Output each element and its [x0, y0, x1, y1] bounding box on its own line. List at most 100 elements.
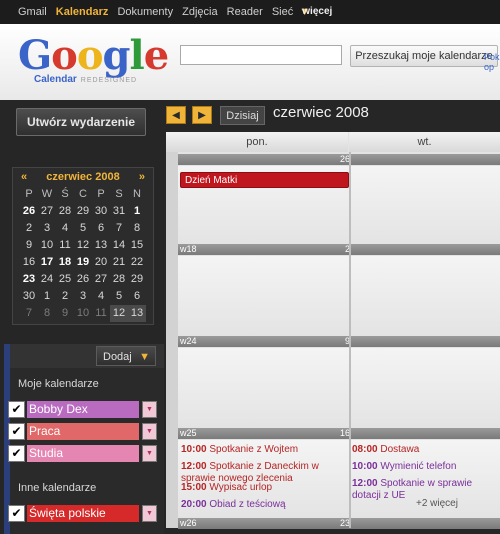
minical-day[interactable]: 13 [92, 237, 110, 254]
day-column-divider [349, 152, 351, 528]
minical-day[interactable]: 27 [92, 271, 110, 288]
minical-day[interactable]: 21 [110, 254, 128, 271]
next-period-button[interactable]: ▶ [192, 106, 212, 124]
calendar-item-studia[interactable]: ✔ Studia ▼ [8, 445, 157, 462]
nav-more[interactable]: więcej [302, 0, 332, 24]
minical-day[interactable]: 9 [56, 305, 74, 322]
nav-documents[interactable]: Dokumenty [117, 6, 173, 18]
minical-day[interactable]: 4 [92, 288, 110, 305]
event-item[interactable]: 20:00 Obiad z teściową [181, 499, 347, 511]
minical-day[interactable]: 25 [56, 271, 74, 288]
calendar-name[interactable]: Święta polskie [27, 505, 139, 522]
minical-day[interactable]: 30 [92, 203, 110, 220]
calendar-checkbox[interactable]: ✔ [8, 423, 25, 440]
minical-day[interactable]: 26 [20, 203, 38, 220]
minical-day[interactable]: 19 [74, 254, 92, 271]
google-calendar-logo[interactable]: Google [18, 34, 169, 78]
minical-day[interactable]: 13 [128, 305, 146, 322]
minical-day[interactable]: 1 [128, 203, 146, 220]
nav-gmail[interactable]: Gmail [18, 6, 47, 18]
calendar-item-praca[interactable]: ✔ Praca ▼ [8, 423, 157, 440]
calendar-menu-icon[interactable]: ▼ [142, 505, 157, 522]
minical-day[interactable]: 12 [74, 237, 92, 254]
weekday-header-monday: pon. [166, 132, 348, 152]
prev-period-button[interactable]: ◀ [166, 106, 186, 124]
minical-day[interactable]: 28 [56, 203, 74, 220]
minical-day[interactable]: 12 [110, 305, 128, 322]
allday-event[interactable]: Dzień Matki [180, 172, 349, 188]
minical-day[interactable]: 10 [38, 237, 56, 254]
calendar-checkbox[interactable]: ✔ [8, 445, 25, 462]
minical-day[interactable]: 3 [74, 288, 92, 305]
more-events-link[interactable]: +2 więcej [416, 498, 458, 509]
minical-day[interactable]: 30 [20, 288, 38, 305]
minical-day[interactable]: 7 [110, 220, 128, 237]
minical-day[interactable]: 5 [74, 220, 92, 237]
nav-calendar[interactable]: Kalendarz [56, 6, 109, 18]
event-item[interactable]: 12:00 Spotkanie w sprawie dotacji z UE [352, 478, 500, 500]
today-button[interactable]: Dzisiaj [220, 106, 265, 125]
minical-day[interactable]: 11 [92, 305, 110, 322]
calendar-checkbox[interactable]: ✔ [8, 505, 25, 522]
minical-day[interactable]: 20 [92, 254, 110, 271]
minical-day[interactable]: 16 [20, 254, 38, 271]
minical-weekday: S [115, 188, 123, 200]
minical-day[interactable]: 9 [20, 237, 38, 254]
week-row-header: w18 2 [178, 244, 500, 255]
minical-day[interactable]: 11 [56, 237, 74, 254]
minical-next-month-button[interactable]: » [139, 168, 145, 186]
calendar-name[interactable]: Praca [27, 423, 139, 440]
week-row[interactable] [178, 256, 500, 334]
minical-day[interactable]: 6 [92, 220, 110, 237]
calendar-menu-icon[interactable]: ▼ [142, 423, 157, 440]
minical-prev-month-button[interactable]: « [21, 168, 27, 186]
event-item[interactable]: 10:00 Spotkanie z Wojtem [181, 444, 347, 456]
minical-day[interactable]: 4 [56, 220, 74, 237]
event-item[interactable]: 10:00 Wymienić telefon [352, 461, 500, 473]
add-calendar-button[interactable]: Dodaj ▼ [96, 346, 156, 366]
minical-day[interactable]: 17 [38, 254, 56, 271]
minical-day[interactable]: 18 [56, 254, 74, 271]
nav-reader[interactable]: Reader [227, 6, 263, 18]
week-number: w26 [180, 518, 197, 528]
event-item[interactable]: 08:00 Dostawa [352, 444, 500, 456]
minical-day[interactable]: 29 [128, 271, 146, 288]
minical-day[interactable]: 22 [128, 254, 146, 271]
calendar-checkbox[interactable]: ✔ [8, 401, 25, 418]
minical-day[interactable]: 26 [74, 271, 92, 288]
minical-day[interactable]: 7 [20, 305, 38, 322]
minical-day[interactable]: 28 [110, 271, 128, 288]
search-input[interactable] [180, 45, 342, 65]
my-calendars-title: Moje kalendarze [18, 378, 99, 390]
minical-day[interactable]: 5 [110, 288, 128, 305]
minical-day[interactable]: 14 [110, 237, 128, 254]
minical-day[interactable]: 29 [74, 203, 92, 220]
minical-day[interactable]: 8 [128, 220, 146, 237]
minical-day[interactable]: 6 [128, 288, 146, 305]
week-row[interactable] [178, 348, 500, 426]
calendar-name[interactable]: Bobby Dex [27, 401, 139, 418]
minical-day[interactable]: 3 [38, 220, 56, 237]
minical-day[interactable]: 2 [56, 288, 74, 305]
week-number-column [166, 152, 178, 528]
minical-day[interactable]: 10 [74, 305, 92, 322]
calendar-menu-icon[interactable]: ▼ [142, 401, 157, 418]
minical-day[interactable]: 8 [38, 305, 56, 322]
minical-day[interactable]: 31 [110, 203, 128, 220]
calendar-item-swieta-polskie[interactable]: ✔ Święta polskie ▼ [8, 505, 157, 522]
minical-day[interactable]: 1 [38, 288, 56, 305]
minical-day[interactable]: 2 [20, 220, 38, 237]
calendar-item-bobby-dex[interactable]: ✔ Bobby Dex ▼ [8, 401, 157, 418]
calendar-name[interactable]: Studia [27, 445, 139, 462]
calendar-menu-icon[interactable]: ▼ [142, 445, 157, 462]
minical-day[interactable]: 15 [128, 237, 146, 254]
minical-day[interactable]: 23 [20, 271, 38, 288]
search-options-link[interactable]: Pok op [484, 52, 500, 72]
minical-day[interactable]: 24 [38, 271, 56, 288]
minical-day[interactable]: 27 [38, 203, 56, 220]
nav-web[interactable]: Sieć [272, 6, 293, 18]
create-event-button[interactable]: Utwórz wydarzenie [16, 108, 146, 136]
event-item[interactable]: 15:00 Wypisać urlop [181, 482, 347, 494]
nav-photos[interactable]: Zdjęcia [182, 6, 217, 18]
search-calendars-button[interactable]: Przeszukaj moje kalendarze [350, 45, 498, 67]
